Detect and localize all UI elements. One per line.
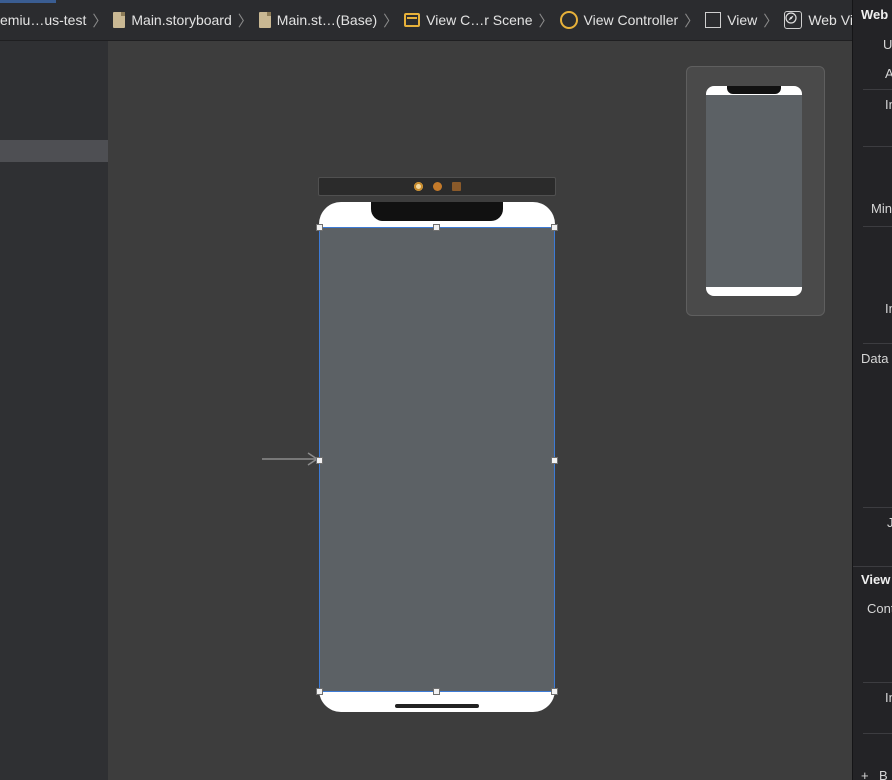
breadcrumb-storyboard-base-label: Main.st…(Base) (276, 12, 378, 28)
resize-handle-top-right[interactable] (551, 224, 558, 231)
inspector-divider (863, 507, 892, 508)
inspector-row-b: B (879, 768, 888, 780)
inspector-section-data: Data (861, 351, 889, 366)
iphone-device-frame (319, 202, 555, 712)
resize-handle-bottom-left[interactable] (316, 688, 323, 695)
breadcrumb-view-controller[interactable]: View Controller (559, 11, 679, 29)
inspector-row-min: Min (871, 201, 892, 216)
exit-icon[interactable] (451, 182, 461, 191)
resize-handle-left[interactable] (316, 457, 323, 464)
inspector-divider (863, 146, 892, 147)
breadcrumb-view-controller-label: View Controller (583, 12, 679, 28)
web-view[interactable] (319, 227, 555, 692)
inspector-add-button[interactable]: + (861, 768, 869, 780)
attributes-inspector: Web U A In Min In Data J View Cont In + … (852, 0, 892, 780)
compass-icon (785, 12, 797, 24)
breadcrumb-project[interactable]: emiu…us-test (0, 12, 86, 28)
breadcrumb-storyboard[interactable]: Main.storyboard (113, 12, 232, 28)
inspector-divider (863, 343, 892, 344)
breadcrumb-separator: 〉 (538, 12, 554, 30)
breadcrumb-view[interactable]: View (705, 12, 757, 28)
minimap-screen (706, 95, 802, 287)
inspector-divider (863, 733, 892, 734)
inspector-row-content-mode: Cont (867, 601, 892, 616)
breadcrumb-separator: 〉 (763, 12, 779, 30)
inspector-row-in-3: In (885, 690, 892, 705)
inspector-row-in-2: In (885, 301, 892, 316)
breadcrumb-separator: 〉 (92, 12, 108, 30)
inspector-row-in-1: In (885, 97, 892, 112)
view-controller-icon[interactable] (432, 182, 442, 191)
scene-icon (404, 13, 421, 27)
resize-handle-bottom-right[interactable] (551, 688, 558, 695)
breadcrumb-separator: 〉 (383, 12, 399, 30)
inspector-row-u: U (883, 37, 892, 52)
breadcrumb-storyboard-base[interactable]: Main.st…(Base) (258, 12, 378, 28)
breadcrumb-project-label: emiu…us-test (0, 12, 87, 28)
web-view-icon (784, 11, 803, 29)
inspector-row-j: J (887, 515, 892, 530)
document-outline[interactable] (0, 41, 108, 780)
inspector-row-a: A (885, 66, 892, 81)
breadcrumb-scene[interactable]: View C…r Scene (404, 12, 533, 28)
home-indicator (395, 704, 479, 708)
inspector-divider (863, 682, 892, 683)
breadcrumb-separator: 〉 (684, 12, 700, 30)
first-responder-icon[interactable] (413, 182, 423, 191)
inspector-divider (863, 226, 892, 227)
tab-accent-line (0, 0, 56, 3)
device-notch (371, 202, 503, 221)
storyboard-file-icon (113, 12, 126, 28)
resize-handle-bottom[interactable] (433, 688, 440, 695)
breadcrumb-view-label: View (727, 12, 758, 28)
breadcrumb-storyboard-label: Main.storyboard (131, 12, 232, 28)
minimap-device (706, 86, 802, 296)
storyboard-file-icon (258, 12, 271, 28)
inspector-section-web: Web (861, 7, 889, 22)
breadcrumb-separator: 〉 (237, 12, 253, 30)
resize-handle-right[interactable] (551, 457, 558, 464)
scene-dock (318, 177, 556, 196)
minimap-notch (727, 86, 781, 94)
inspector-divider (863, 89, 892, 90)
view-controller-icon (559, 11, 578, 29)
inspector-divider (853, 566, 892, 567)
outline-selected-row[interactable] (0, 140, 108, 162)
entry-point-arrow-icon[interactable] (262, 452, 320, 466)
breadcrumb-web-view-label: Web View (808, 12, 852, 28)
jump-bar: emiu…us-test 〉 Main.storyboard 〉 Main.st… (0, 0, 852, 41)
resize-handle-top[interactable] (433, 224, 440, 231)
breadcrumb-scene-label: View C…r Scene (426, 12, 533, 28)
view-icon (705, 12, 722, 28)
breadcrumb-web-view[interactable]: Web View (784, 11, 852, 29)
inspector-section-view: View (861, 572, 891, 587)
resize-handle-top-left[interactable] (316, 224, 323, 231)
canvas-minimap[interactable] (686, 66, 825, 316)
